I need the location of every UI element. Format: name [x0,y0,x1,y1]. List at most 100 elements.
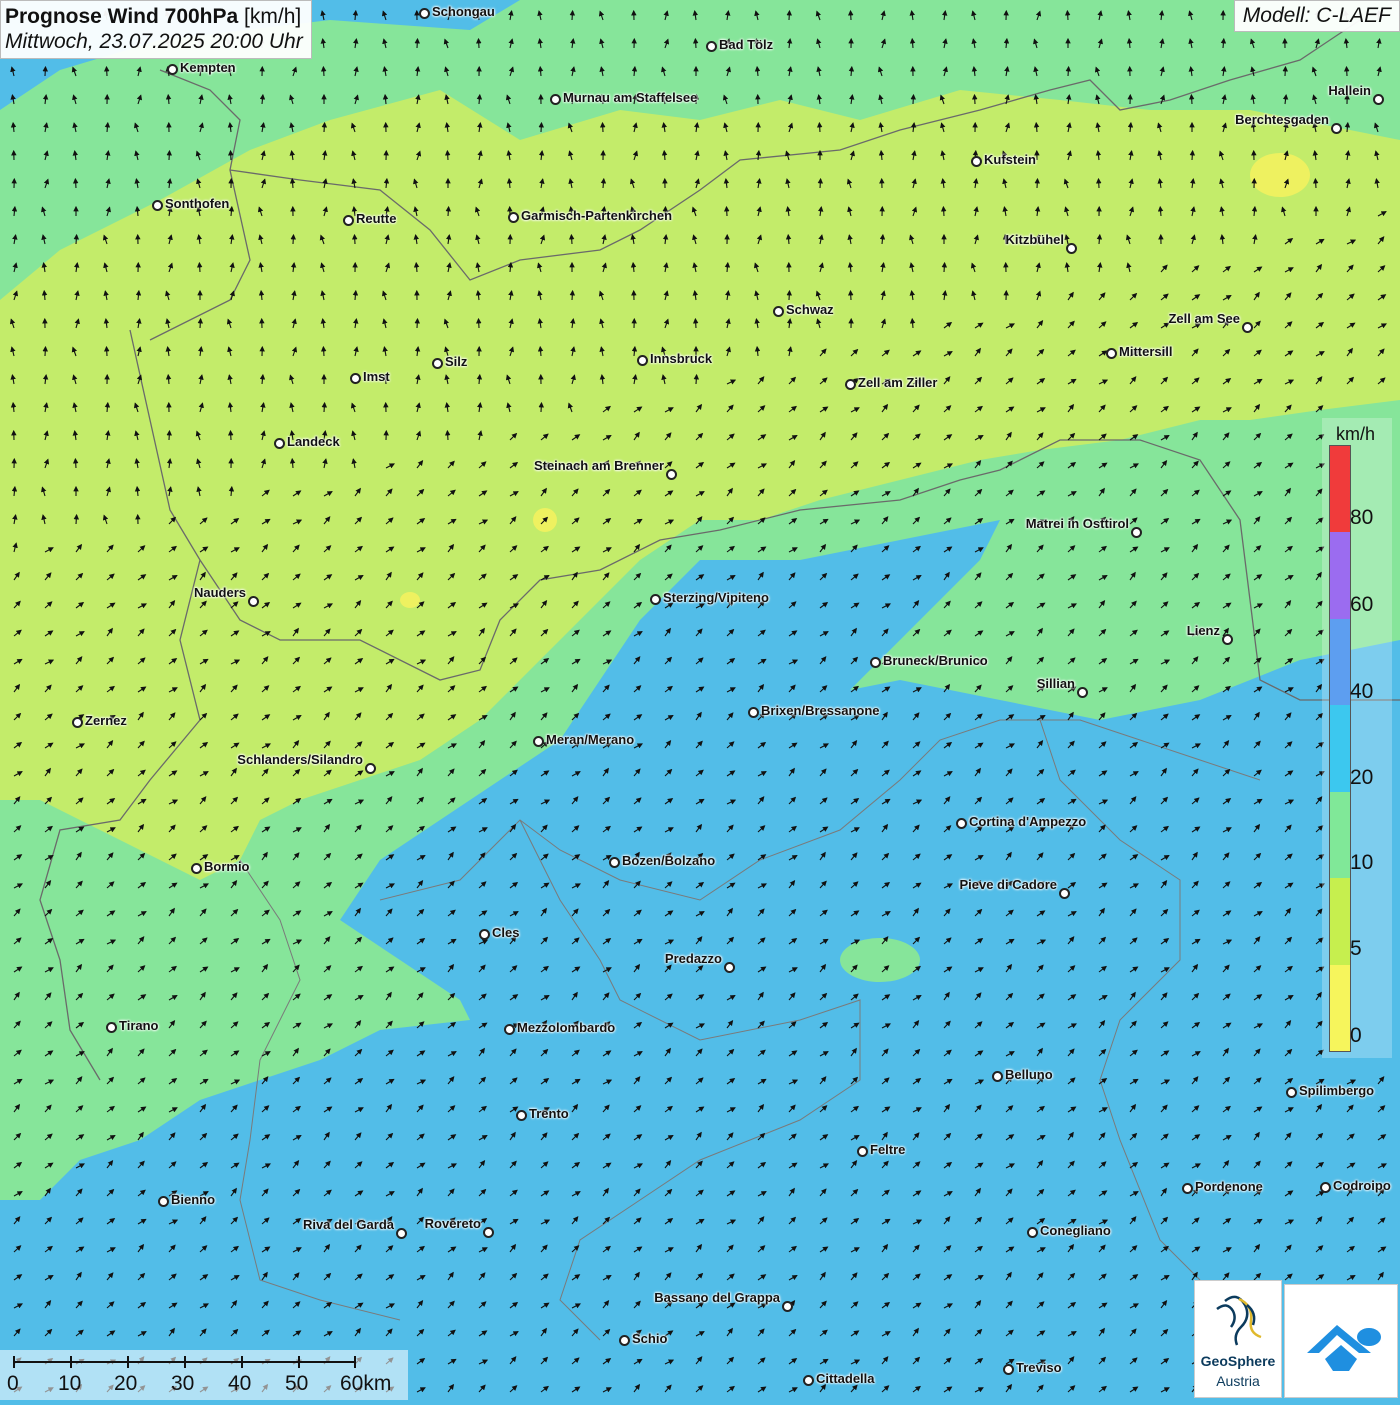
wind-arrow [479,319,480,328]
city-label: Steinach am Brenner [534,458,664,473]
wind-arrow [789,11,790,20]
wind-arrow [603,123,604,132]
city-marker [158,1196,169,1207]
city-marker [637,355,648,366]
wind-arrow [1037,179,1038,188]
city-label: Reutte [356,211,396,226]
city-label: Pordenone [1195,1179,1263,1194]
city-marker [483,1227,494,1238]
wind-arrow [1192,151,1193,160]
wind-arrow [943,207,944,216]
city-label: Sillian [1037,676,1075,691]
logo-name: GeoSphere [1195,1353,1281,1369]
scale-label: 30 [171,1372,194,1396]
city-label: Rovereto [425,1216,481,1231]
legend-label: 60 [1350,593,1373,617]
wind-arrow [169,151,170,160]
city-label: Schwaz [786,302,834,317]
city-label: Bozen/Bolzano [622,853,715,868]
city-marker [504,1024,515,1035]
map-title-text: Prognose Wind 700hPa [5,5,238,28]
city-label: Pieve di Cadore [959,877,1057,892]
city-marker [516,1110,527,1121]
map-title: Prognose Wind 700hPa [km/h] [5,4,303,29]
city-marker [666,469,677,480]
title-box: Prognose Wind 700hPa [km/h] Mittwoch, 23… [0,0,312,59]
city-marker [350,373,361,384]
city-label: Silz [445,354,467,369]
city-label: Schongau [432,4,495,19]
wind-arrow [820,179,821,188]
city-label: Bassano del Grappa [654,1290,780,1305]
city-label: Sonthofen [165,196,229,211]
wind-arrow [323,67,324,76]
wind-arrow [417,39,418,48]
city-marker [992,1071,1003,1082]
city-marker [396,1228,407,1239]
city-label: Cles [492,925,519,940]
city-marker [1182,1183,1193,1194]
city-marker [1222,634,1233,645]
city-label: Garmisch-Partenkirchen [521,208,672,223]
city-label: Feltre [870,1142,905,1157]
city-label: Bruneck/Brunico [883,653,988,668]
city-marker [72,717,83,728]
city-marker [479,929,490,940]
wind-arrow [293,235,294,244]
wind-arrow [447,151,448,160]
city-marker [845,379,856,390]
city-label: Berchtesgaden [1235,112,1329,127]
city-marker [432,358,443,369]
city-marker [508,212,519,223]
city-marker [971,156,982,167]
scale-label: 20 [114,1372,137,1396]
city-label: Tirano [119,1018,159,1033]
city-label: Bormio [204,859,250,874]
wind-arrow [107,67,108,76]
legend-label: 5 [1350,937,1362,961]
wind-arrow [75,459,76,468]
legend-label: 0 [1350,1024,1362,1048]
legend-label: 10 [1350,851,1373,875]
city-label: Zell am See [1168,311,1240,326]
city-label: Bad Tölz [719,37,773,52]
wind-arrow [1068,67,1069,76]
city-label: Schio [632,1331,667,1346]
wind-arrow [819,123,820,132]
city-label: Trento [529,1106,569,1121]
city-marker [870,657,881,668]
scale-label: 40 [228,1372,251,1396]
city-marker [1077,687,1088,698]
scale-label: 0 [7,1372,19,1396]
geosphere-emblem-icon [1195,1281,1281,1351]
legend-color-segment [1330,532,1350,618]
legend-color-segment [1330,446,1350,532]
city-marker [1066,243,1077,254]
city-label: Brixen/Bressanone [761,703,880,718]
wind-arrow [447,431,448,440]
wind-arrow [1099,179,1100,188]
city-marker [419,8,430,19]
city-label: Matrei in Osttirol [1026,516,1129,531]
wind-arrow [107,347,108,356]
wind-arrow [1191,95,1192,104]
city-marker [748,707,759,718]
city-label: Meran/Merano [546,732,634,747]
city-marker [1286,1087,1297,1098]
city-marker [533,736,544,747]
wind-arrow [1285,67,1286,76]
city-marker [1106,348,1117,359]
wind-arrow [231,431,232,440]
city-marker [650,594,661,605]
legend-label: 40 [1350,680,1373,704]
wind-arrow [851,11,852,20]
city-marker [248,596,259,607]
city-label: Treviso [1016,1360,1062,1375]
city-marker [1059,888,1070,899]
wind-arrow [727,207,728,216]
city-label: Hallein [1328,83,1371,98]
wind-arrow [199,263,200,272]
city-label: Murnau am Staffelsee [563,90,697,105]
scale-label: 60km [340,1372,391,1396]
city-label: Sterzing/Vipiteno [663,590,769,605]
